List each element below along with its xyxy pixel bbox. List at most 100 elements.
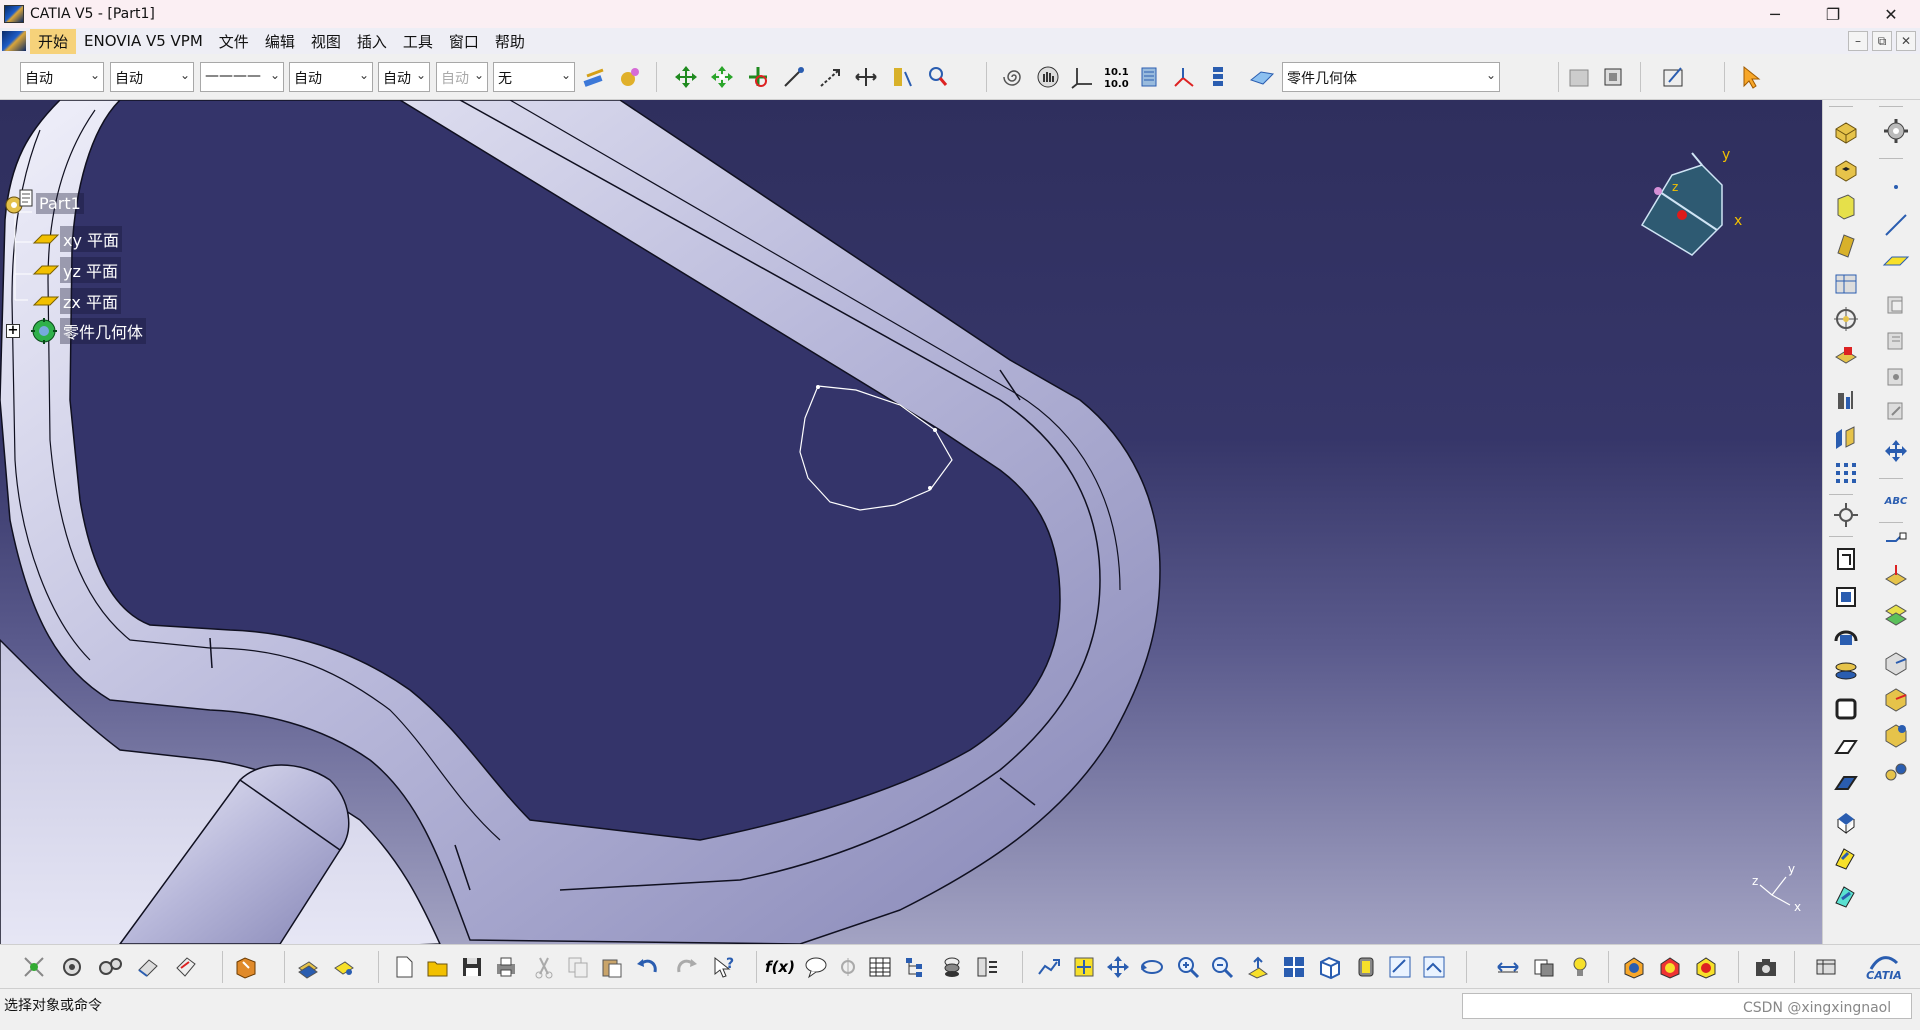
solid-combine-icon[interactable] (1831, 422, 1861, 452)
apply-material-icon[interactable] (1420, 953, 1448, 981)
annotation-icon[interactable] (1881, 326, 1911, 356)
hide-show-icon[interactable] (1204, 63, 1232, 91)
hand-icon[interactable] (1034, 63, 1062, 91)
layer-combo[interactable]: 无 ⌄ (493, 62, 575, 92)
line-tool-icon[interactable] (780, 63, 808, 91)
menu-start[interactable]: 开始 (30, 28, 77, 54)
multi-view-icon[interactable] (1280, 953, 1308, 981)
menu-tools[interactable]: 工具 (395, 29, 441, 54)
render-style-combo[interactable]: 自动 ⌄ (436, 62, 488, 92)
lineweight-combo[interactable]: 自动 ⌄ (289, 62, 373, 92)
transparency-combo[interactable]: 自动 ⌄ (110, 62, 194, 92)
hide-show-toggle-icon[interactable] (938, 953, 966, 981)
paint-format-icon[interactable] (580, 63, 608, 91)
hole-icon[interactable] (1831, 268, 1861, 298)
camera-icon[interactable] (1752, 953, 1780, 981)
shell-icon[interactable] (1831, 694, 1861, 724)
thick-surface-icon[interactable] (1831, 582, 1861, 612)
lens-icon[interactable] (1530, 953, 1558, 981)
redo-icon[interactable] (672, 953, 700, 981)
thread-icon[interactable] (1831, 768, 1861, 798)
iso-view-icon[interactable] (1316, 953, 1344, 981)
workbench-icon[interactable] (1812, 953, 1840, 981)
mirror-icon[interactable] (1881, 720, 1911, 750)
menu-file[interactable]: 文件 (211, 29, 257, 54)
tree-item-zx-plane[interactable]: zx 平面 (32, 288, 121, 314)
doc-close-button[interactable]: ✕ (1896, 31, 1916, 51)
catia-logo-icon[interactable] (2, 31, 26, 51)
line-icon[interactable] (1881, 210, 1911, 240)
close-surface-icon[interactable] (1831, 620, 1861, 650)
undo-icon[interactable] (634, 953, 662, 981)
weld-icon[interactable] (1881, 396, 1911, 426)
comment-icon[interactable] (802, 953, 830, 981)
menu-enovia[interactable]: ENOVIA V5 VPM (76, 30, 211, 52)
fit-all-icon[interactable] (1070, 953, 1098, 981)
text-tool-icon[interactable]: ABC (1881, 486, 1911, 516)
edge-fillet-icon[interactable] (1881, 526, 1911, 556)
pan-icon[interactable] (1034, 953, 1062, 981)
sew-surface-icon[interactable] (1831, 656, 1861, 686)
slot-icon[interactable] (1831, 340, 1861, 370)
pad-icon[interactable] (1831, 116, 1861, 146)
catia-brand-logo[interactable]: CATIA (1858, 953, 1910, 981)
spiral-icon[interactable] (1000, 63, 1028, 91)
thickness-icon[interactable] (1831, 732, 1861, 762)
knowledge-advisor-icon[interactable] (834, 953, 862, 981)
print-icon[interactable] (492, 953, 520, 981)
menu-help[interactable]: 帮助 (487, 29, 533, 54)
rotate-icon[interactable] (744, 63, 772, 91)
tree-expand-icon[interactable] (902, 953, 930, 981)
edit-icon[interactable] (294, 953, 322, 981)
split-icon[interactable] (1831, 544, 1861, 574)
tree-expander-icon[interactable]: + (6, 324, 20, 338)
snap-icon[interactable] (708, 63, 736, 91)
swap-icon[interactable] (1565, 63, 1593, 91)
measure-between-icon[interactable] (1881, 362, 1911, 392)
shaft-icon[interactable] (1831, 192, 1861, 222)
move-compass-icon[interactable] (672, 63, 700, 91)
boolean-icon[interactable] (1881, 684, 1911, 714)
measure-icon[interactable] (1386, 953, 1414, 981)
axis-icon[interactable] (1881, 290, 1911, 320)
pattern-icon[interactable] (1831, 458, 1861, 488)
restore-button[interactable]: ❐ (1804, 0, 1862, 28)
table-icon[interactable] (866, 953, 894, 981)
kbe-icon[interactable] (1692, 953, 1720, 981)
part-body-icon[interactable] (1599, 63, 1627, 91)
help-icon[interactable]: ? (710, 953, 738, 981)
lightbulb-icon[interactable] (1566, 953, 1594, 981)
remove-face-icon[interactable] (1831, 806, 1861, 836)
gears-icon[interactable] (96, 953, 124, 981)
rib-icon[interactable] (1831, 304, 1861, 334)
tree-item-yz-plane[interactable]: yz 平面 (32, 257, 121, 283)
scaling-icon[interactable] (1831, 500, 1861, 530)
translation-icon[interactable] (1831, 880, 1861, 910)
tree-item-xy-plane[interactable]: xy 平面 (32, 226, 123, 252)
sun-icon[interactable] (1620, 953, 1648, 981)
tree-root-part1[interactable]: Part1 (2, 188, 84, 218)
chamfer-icon[interactable] (1881, 560, 1911, 590)
menu-view[interactable]: 视图 (303, 29, 349, 54)
measure-item-icon[interactable] (888, 63, 916, 91)
plane-tool-icon[interactable] (1881, 246, 1911, 276)
copy-icon[interactable] (564, 953, 592, 981)
knowledge-icon[interactable] (1656, 953, 1684, 981)
color-combo[interactable]: 自动 ⌄ (20, 62, 104, 92)
paste-icon[interactable] (598, 953, 626, 981)
body-selector-combo[interactable]: 零件几何体 ⌄ (1282, 62, 1500, 92)
part-geometry[interactable] (0, 100, 1822, 944)
save-icon[interactable] (458, 953, 486, 981)
view-compass[interactable]: y x z (1622, 145, 1762, 269)
pan-cross-icon[interactable] (1104, 953, 1132, 981)
open-folder-icon[interactable] (424, 953, 452, 981)
scan-icon[interactable] (924, 63, 952, 91)
doc-restore-button[interactable]: ⧉ (1872, 31, 1892, 51)
replace-face-icon[interactable] (1831, 842, 1861, 872)
new-document-icon[interactable] (390, 953, 418, 981)
draft-icon[interactable] (1881, 600, 1911, 630)
symmetry-icon[interactable] (1881, 756, 1911, 786)
doc-minimize-button[interactable]: – (1848, 31, 1868, 51)
sketch-icon[interactable] (1136, 63, 1164, 91)
constraint-icon[interactable] (1881, 436, 1911, 466)
